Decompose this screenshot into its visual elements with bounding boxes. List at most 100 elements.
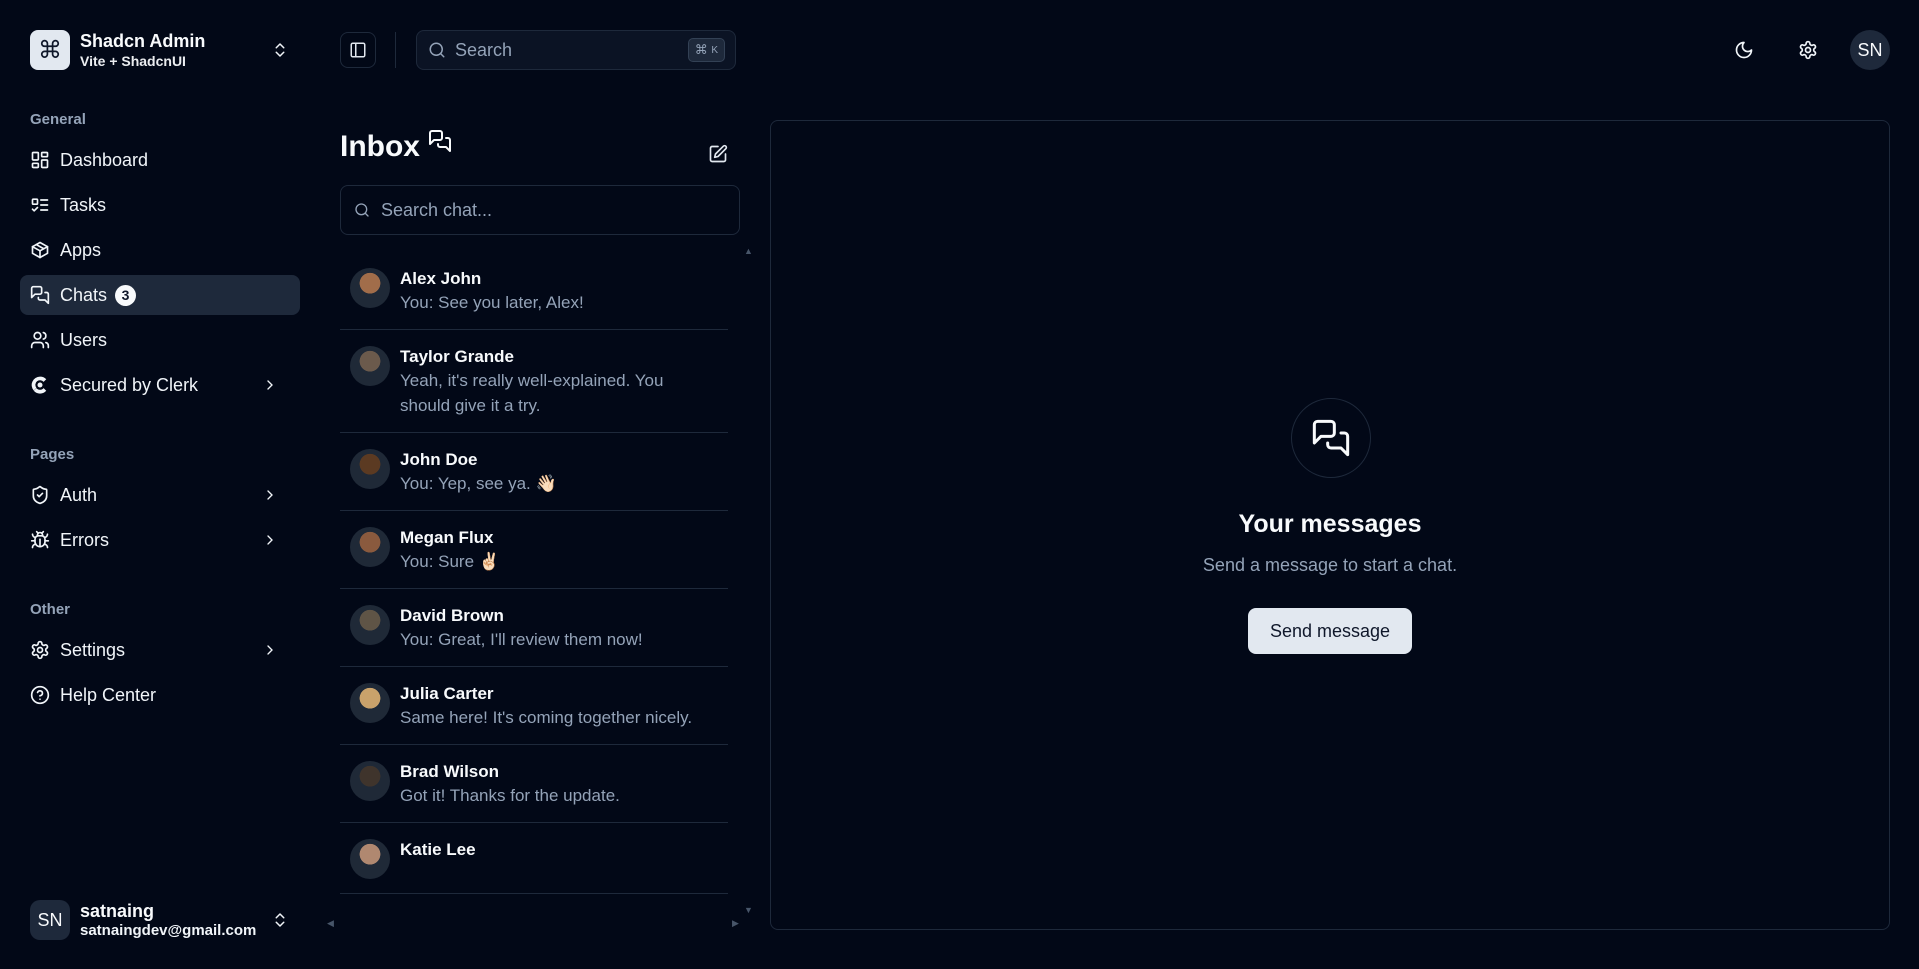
header-separator — [395, 32, 396, 68]
sidebar-item-tasks[interactable]: Tasks — [20, 185, 300, 225]
sidebar-item-apps[interactable]: Apps — [20, 230, 300, 270]
shield-icon — [30, 485, 50, 505]
moon-icon — [1734, 40, 1754, 60]
scroll-down-arrow[interactable]: ▼ — [744, 905, 753, 915]
dashboard-icon — [30, 150, 50, 170]
chat-list-item[interactable]: Julia Carter Same here! It's coming toget… — [340, 667, 728, 745]
tasks-icon — [30, 195, 50, 215]
sidebar-item-label: Chats — [60, 284, 108, 305]
panel-left-icon — [349, 41, 367, 59]
chat-list-item[interactable]: David Brown You: Great, I'll review them … — [340, 589, 728, 667]
team-subtitle: Vite + ShadcnUI — [80, 53, 186, 69]
theme-toggle-button[interactable] — [1724, 30, 1764, 70]
avatar — [350, 449, 390, 489]
chat-contact-name: David Brown — [400, 606, 504, 625]
chat-list-item[interactable]: Taylor Grande Yeah, it's really well-expl… — [340, 330, 728, 433]
empty-state-icon-circle — [1291, 398, 1371, 478]
sidebar-item-label: Errors — [60, 529, 109, 550]
chat-last-message: You: Great, I'll review them now! — [400, 630, 643, 649]
chevrons-up-down-icon — [270, 911, 290, 929]
chat-contact-name: Megan Flux — [400, 528, 494, 547]
send-message-button[interactable]: Send message — [1248, 608, 1412, 654]
chat-contact-name: Katie Lee — [400, 840, 476, 859]
chat-last-message: You: Yep, see ya. 👋🏻 — [400, 474, 557, 493]
avatar — [350, 683, 390, 723]
sidebar-item-auth[interactable]: Auth — [20, 475, 300, 515]
chat-contact-name: Brad Wilson — [400, 762, 500, 781]
empty-state-title: Your messages — [1238, 510, 1422, 538]
sidebar-item-dashboard[interactable]: Dashboard — [20, 140, 300, 180]
user-email: satnaingdev@gmail.com — [80, 922, 257, 939]
chat-list-item[interactable]: Katie Lee — [340, 823, 728, 894]
chats-count-badge: 3 — [115, 284, 137, 306]
team-name: Shadcn Admin — [80, 31, 206, 51]
sidebar-item-errors[interactable]: Errors — [20, 520, 300, 560]
scroll-left-arrow[interactable]: ◀ — [327, 918, 334, 929]
sidebar-item-label: Users — [60, 329, 108, 350]
group-label-pages: Pages — [30, 446, 75, 463]
chevron-right-icon — [260, 530, 280, 550]
chat-list-item[interactable]: John Doe You: Yep, see ya. 👋🏻 — [340, 433, 728, 511]
search-placeholder: Search — [455, 39, 513, 60]
chat-list-item[interactable]: Brad Wilson Got it! Thanks for the update… — [340, 745, 728, 823]
chat-last-message: Yeah, it's really well-explained. You sh… — [400, 371, 664, 415]
sidebar-item-clerk[interactable]: Secured by Clerk — [20, 365, 300, 405]
chat-last-message: Same here! It's coming together nicely. — [400, 708, 693, 727]
chat-last-message: You: Sure ✌🏻 — [400, 552, 500, 571]
sidebar-item-label: Help Center — [60, 684, 157, 705]
chat-list: Alex John You: See you later, Alex! Taylor… — [340, 252, 728, 902]
sidebar-item-label: Tasks — [60, 194, 107, 215]
group-label-other: Other — [30, 601, 71, 618]
chat-list-item[interactable]: Megan Flux You: Sure ✌🏻 — [340, 511, 728, 589]
chat-search-placeholder: Search chat... — [381, 199, 493, 220]
apps-icon — [30, 240, 50, 260]
settings-button[interactable] — [1788, 30, 1828, 70]
scroll-right-arrow[interactable]: ▶ — [732, 918, 739, 929]
chat-search-input[interactable]: Search chat... — [340, 185, 740, 235]
chats-icon — [1311, 418, 1351, 458]
chevron-right-icon — [260, 485, 280, 505]
chat-contact-name: Julia Carter — [400, 684, 494, 703]
sidebar-item-settings[interactable]: Settings — [20, 630, 300, 670]
chat-contact-name: Alex John — [400, 269, 482, 288]
sidebar-item-help-center[interactable]: Help Center — [20, 675, 300, 715]
inbox-header: Inbox — [340, 130, 452, 164]
sidebar-item-label: Auth — [60, 484, 98, 505]
user-menu[interactable]: SN satnaing satnaingdev@gmail.com — [20, 890, 300, 950]
avatar — [350, 527, 390, 567]
new-chat-button[interactable] — [700, 136, 736, 172]
sidebar-item-users[interactable]: Users — [20, 320, 300, 360]
sidebar-item-label: Apps — [60, 239, 102, 260]
team-switcher[interactable]: ⌘ Shadcn Admin Vite + ShadcnUI — [20, 20, 300, 80]
chat-list-item[interactable]: Alex John You: See you later, Alex! — [340, 252, 728, 330]
global-search-button[interactable]: Search ⌘ K — [416, 30, 736, 70]
team-logo: ⌘ — [30, 30, 70, 70]
sidebar-item-label: Secured by Clerk — [60, 374, 199, 395]
sidebar-item-label: Settings — [60, 639, 126, 660]
sidebar-toggle-button[interactable] — [340, 32, 376, 68]
avatar — [350, 761, 390, 801]
sidebar-item-chats[interactable]: Chats 3 — [20, 275, 300, 315]
avatar: SN — [30, 900, 70, 940]
chat-last-message: You: See you later, Alex! — [400, 293, 584, 312]
chat-contact-name: Taylor Grande — [400, 347, 514, 366]
scroll-up-arrow[interactable]: ▲ — [744, 246, 753, 256]
avatar — [350, 605, 390, 645]
page-title: Inbox — [340, 130, 420, 163]
group-label-general: General — [30, 111, 86, 128]
profile-avatar-button[interactable]: SN — [1850, 30, 1890, 70]
sidebar-item-label: Dashboard — [60, 149, 149, 170]
empty-state-subtitle: Send a message to start a chat. — [1202, 555, 1458, 575]
shortcut-key: K — [711, 44, 718, 56]
users-icon — [30, 330, 50, 350]
help-icon — [30, 685, 50, 705]
chevron-right-icon — [260, 375, 280, 395]
chats-icon — [30, 285, 50, 305]
clerk-icon — [30, 375, 50, 395]
user-name: satnaing — [80, 901, 155, 921]
bug-icon — [30, 530, 50, 550]
edit-icon — [708, 144, 728, 164]
search-shortcut: ⌘ K — [687, 38, 725, 62]
avatar — [350, 346, 390, 386]
avatar — [350, 268, 390, 308]
